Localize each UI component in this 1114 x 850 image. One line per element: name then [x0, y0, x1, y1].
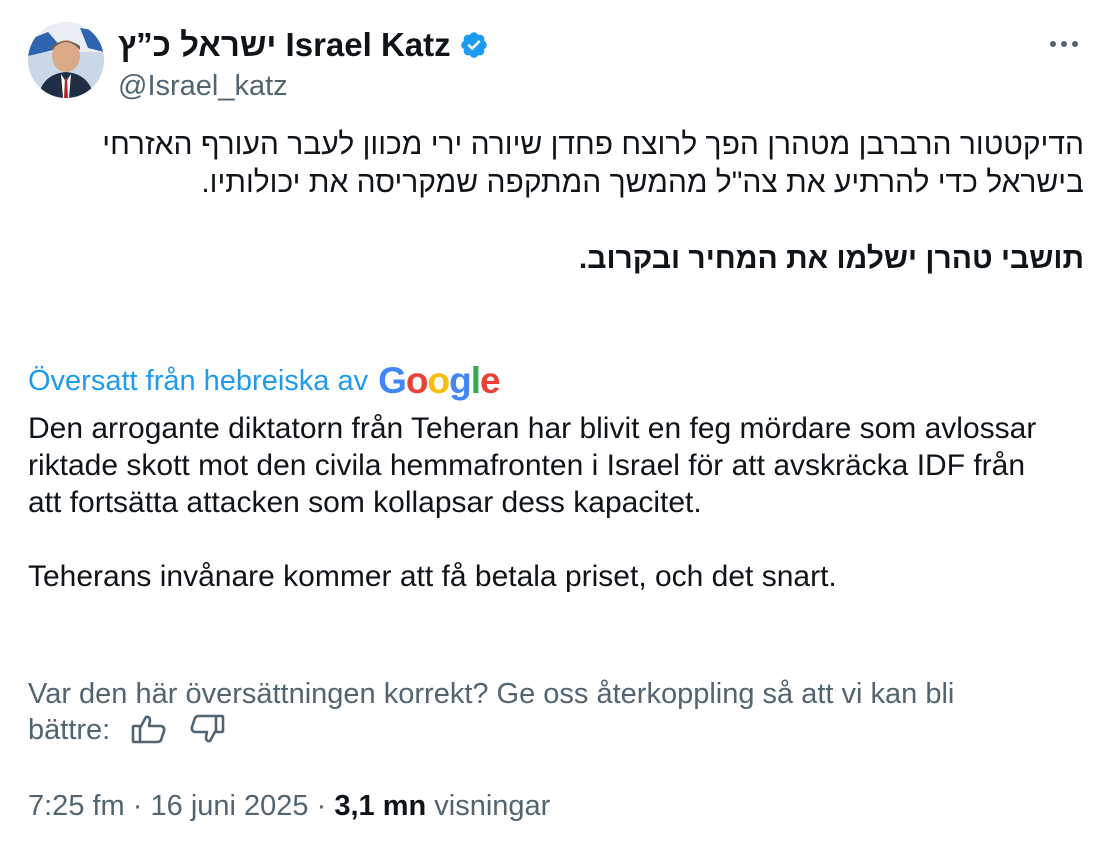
views-label: visningar	[434, 790, 551, 822]
translated-text: Den arrogante diktatorn från Teheran har…	[28, 410, 1044, 595]
tweet-hebrew-paragraph: הדיקטטור הרברבן מטהרן הפך לרוצח פחדן שיו…	[102, 128, 1084, 199]
tweet-original-text: הדיקטטור הרברבן מטהרן הפך לרוצח פחדן שיו…	[28, 126, 1084, 278]
tweet-date[interactable]: 16 juni 2025	[151, 790, 309, 822]
translation-feedback: Var den här översättningen korrekt? Ge o…	[28, 676, 1024, 748]
meta-separator: ·	[316, 790, 327, 822]
translation-attribution: Översatt från hebreiska av Google	[28, 360, 501, 402]
google-logo: Google	[378, 360, 500, 401]
thumbs-down-icon[interactable]	[188, 713, 226, 745]
avatar-image	[28, 22, 104, 98]
avatar[interactable]	[28, 22, 104, 98]
author-display-name[interactable]: ישראל כ”ץ Israel Katz	[118, 26, 451, 64]
views-count: 3,1 mn	[334, 790, 427, 822]
author-name-row[interactable]: ישראל כ”ץ Israel Katz	[118, 26, 489, 64]
more-options-icon[interactable]	[1044, 32, 1084, 56]
author-handle[interactable]: @Israel_katz	[118, 68, 489, 104]
verified-badge-icon	[460, 32, 487, 58]
tweet-header: ישראל כ”ץ Israel Katz @Israel_katz	[28, 22, 1084, 102]
translation-paragraph-2: Teherans invånare kommer att få betala p…	[28, 560, 837, 593]
meta-separator: ·	[132, 790, 143, 822]
tweet-meta: 7:25 fm · 16 juni 2025 · 3,1 mn visninga…	[28, 786, 550, 826]
tweet-time[interactable]: 7:25 fm	[28, 790, 125, 822]
thumbs-up-icon[interactable]	[130, 713, 168, 745]
tweet-hebrew-bold-line: תושבי טהרן ישלמו את המחיר ובקרוב.	[578, 242, 1084, 275]
translation-paragraph-1: Den arrogante diktatorn från Teheran har…	[28, 412, 1037, 519]
translated-from-link[interactable]: Översatt från hebreiska av	[28, 365, 368, 398]
